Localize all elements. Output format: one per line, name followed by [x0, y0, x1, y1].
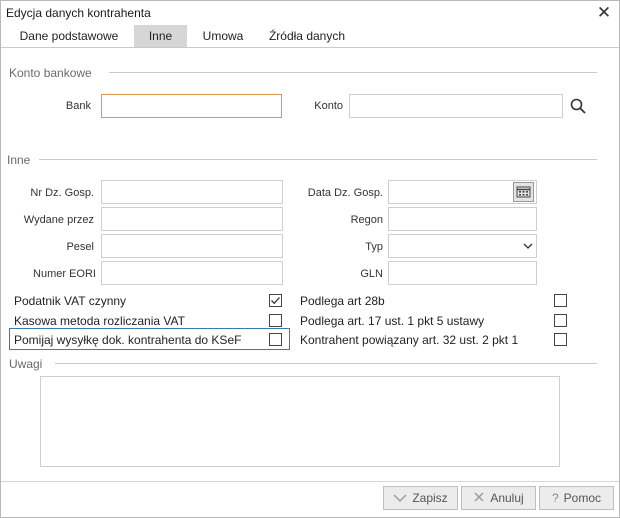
wydane-przez-input[interactable] — [101, 207, 283, 231]
nr-dz-gosp-label: Nr Dz. Gosp. — [30, 187, 94, 199]
checkmark-icon — [271, 297, 280, 305]
podlega-17-label: Podlega art. 17 ust. 1 pkt 5 ustawy — [300, 314, 485, 328]
podlega-28b-label: Podlega art 28b — [300, 294, 385, 308]
dialog-window: Edycja danych kontrahenta ✕ Dane podstaw… — [0, 0, 620, 518]
tab-bar: Dane podstawowe Inne Umowa Źródła danych — [1, 25, 619, 48]
konto-input[interactable] — [349, 94, 563, 118]
podlega-17-checkbox[interactable] — [554, 314, 567, 327]
title-bar: Edycja danych kontrahenta ✕ — [1, 1, 619, 25]
powiazany-32-checkbox[interactable] — [554, 333, 567, 346]
pomijaj-ksef-label: Pomijaj wysyłkę dok. kontrahenta do KSeF — [14, 333, 242, 347]
gln-label: GLN — [360, 268, 383, 280]
tab-zrodla-danych[interactable]: Źródła danych — [261, 25, 353, 47]
nr-dz-gosp-input[interactable] — [101, 180, 283, 204]
section-divider — [55, 363, 597, 364]
help-icon: ? — [551, 491, 559, 505]
search-icon[interactable] — [569, 97, 587, 115]
konto-label: Konto — [314, 100, 343, 112]
chevron-down-icon — [523, 243, 533, 249]
cancel-x-icon — [474, 492, 484, 502]
close-icon[interactable]: ✕ — [591, 1, 617, 25]
podatnik-vat-checkbox[interactable] — [269, 294, 282, 307]
pesel-label: Pesel — [66, 241, 94, 253]
data-dz-gosp-input[interactable] — [388, 180, 537, 204]
pesel-input[interactable] — [101, 234, 283, 258]
help-button[interactable]: ? Pomoc — [539, 486, 614, 510]
calendar-icon[interactable] — [513, 182, 534, 202]
cancel-button[interactable]: Anuluj — [461, 486, 536, 510]
tab-umowa[interactable]: Umowa — [195, 25, 251, 47]
podlega-28b-checkbox[interactable] — [554, 294, 567, 307]
bank-input[interactable] — [101, 94, 282, 118]
kasowa-metoda-checkbox[interactable] — [269, 314, 282, 327]
data-dz-gosp-label: Data Dz. Gosp. — [307, 187, 383, 199]
notes-textarea[interactable] — [40, 376, 560, 467]
section-divider — [39, 159, 597, 160]
gln-input[interactable] — [388, 261, 537, 285]
pomijaj-ksef-checkbox[interactable] — [269, 333, 282, 346]
chevron-check-icon — [393, 494, 407, 502]
kasowa-metoda-label: Kasowa metoda rozliczania VAT — [14, 314, 185, 328]
wydane-przez-label: Wydane przez — [23, 214, 94, 226]
section-title-bank: Konto bankowe — [9, 66, 92, 80]
section-title-notes: Uwagi — [9, 357, 43, 371]
window-title: Edycja danych kontrahenta — [6, 6, 151, 20]
typ-label: Typ — [365, 241, 383, 253]
regon-input[interactable] — [388, 207, 537, 231]
tab-dane-podstawowe[interactable]: Dane podstawowe — [9, 25, 129, 47]
podatnik-vat-label: Podatnik VAT czynny — [14, 294, 127, 308]
powiazany-32-label: Kontrahent powiązany art. 32 ust. 2 pkt … — [300, 333, 519, 347]
numer-eori-input[interactable] — [101, 261, 283, 285]
numer-eori-label: Numer EORI — [33, 268, 96, 280]
save-button[interactable]: Zapisz — [383, 486, 458, 510]
section-title-other: Inne — [7, 153, 31, 167]
help-button-label: Pomoc — [563, 491, 602, 505]
cancel-button-label: Anuluj — [490, 491, 524, 505]
typ-select[interactable] — [388, 234, 537, 258]
section-divider — [109, 72, 597, 73]
footer-divider — [1, 481, 619, 482]
save-button-label: Zapisz — [412, 491, 448, 505]
bank-label: Bank — [65, 100, 91, 112]
tab-inne[interactable]: Inne — [134, 25, 187, 47]
regon-label: Regon — [350, 214, 383, 226]
